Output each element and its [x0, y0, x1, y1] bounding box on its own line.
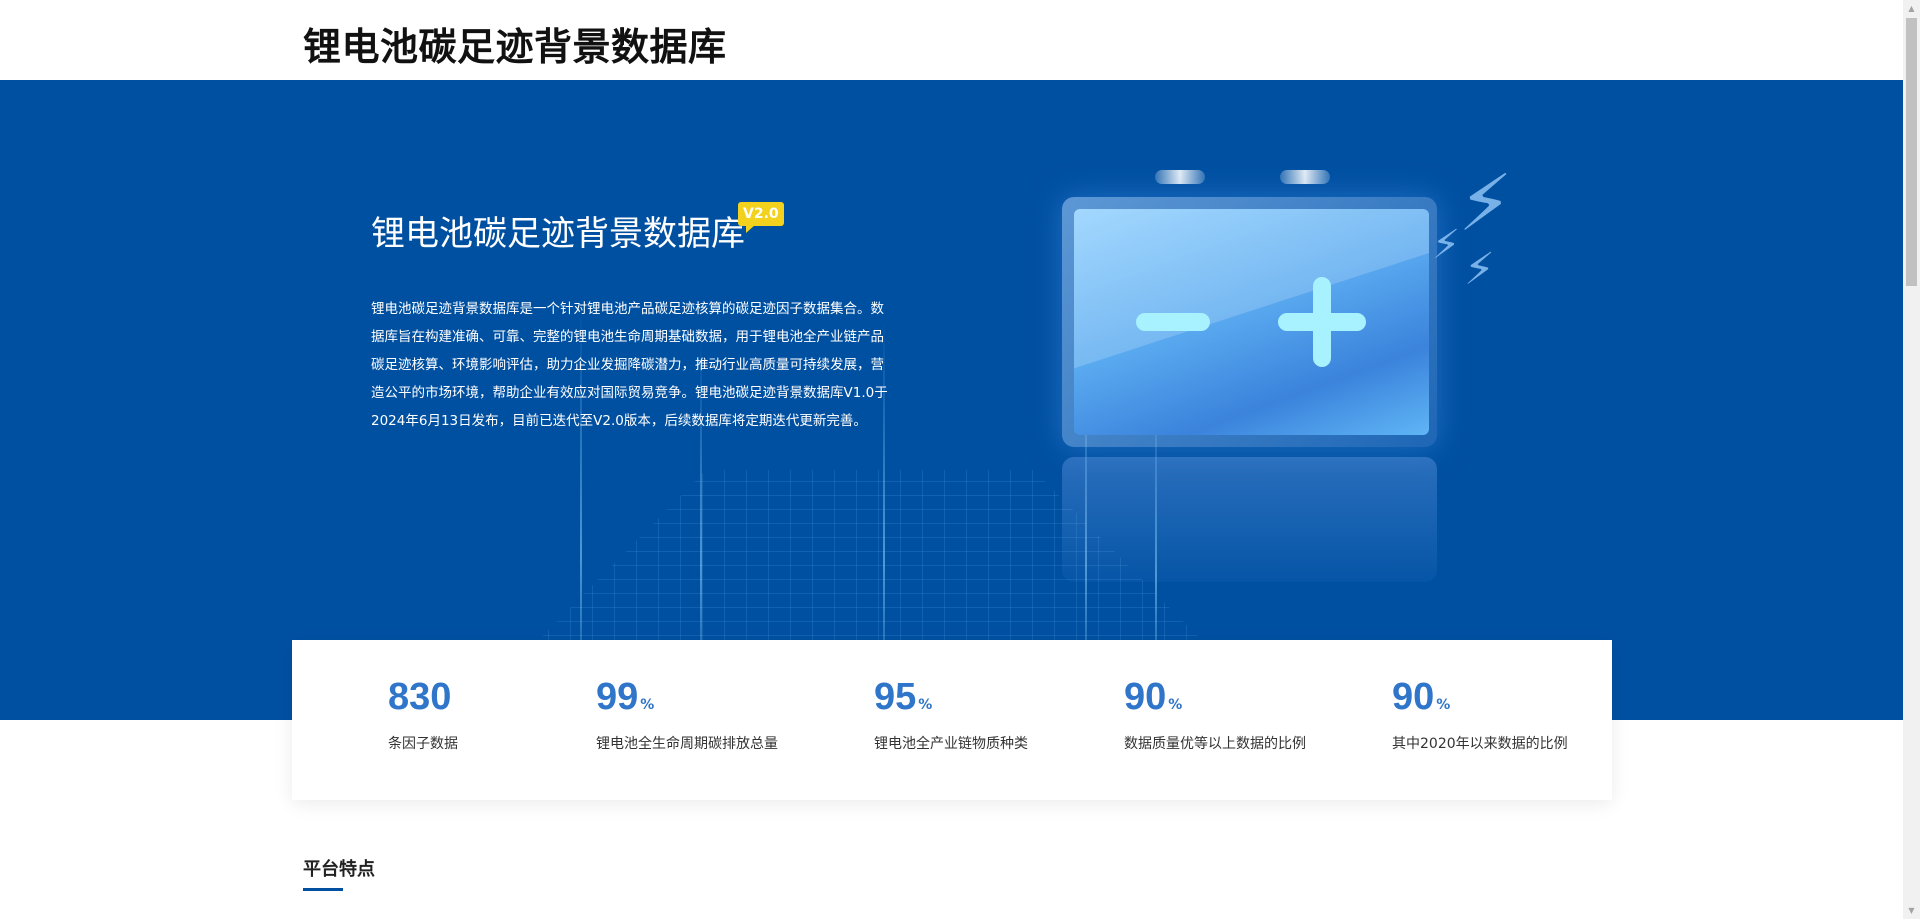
vertical-scrollbar[interactable]: ▲ ▼: [1903, 0, 1920, 919]
lightning-bolt-icon: ⚡: [1432, 222, 1461, 268]
site-title[interactable]: 锂电池碳足迹背景数据库: [303, 16, 727, 71]
minus-icon: [1136, 313, 1210, 331]
battery-terminal-icon: [1280, 170, 1330, 184]
stat-label: 数据质量优等以上数据的比例: [1124, 736, 1306, 752]
hero-heading: 锂电池碳足迹背景数据库: [371, 214, 745, 254]
stat-label: 条因子数据: [388, 736, 458, 752]
plus-icon: [1313, 277, 1331, 367]
scroll-up-arrow-icon[interactable]: ▲: [1903, 0, 1920, 17]
section-title-underline: [303, 888, 343, 891]
stat-label: 锂电池全产业链物质种类: [874, 736, 1028, 752]
hero-banner: 锂电池碳足迹背景数据库 V2.0 锂电池碳足迹背景数据库是一个针对锂电池产品碳足…: [0, 80, 1903, 720]
battery-reflection: [1062, 457, 1437, 582]
stat-label: 其中2020年以来数据的比例: [1392, 736, 1568, 752]
stat-item: 830 条因子数据: [388, 676, 458, 753]
stat-unit: %: [640, 697, 655, 713]
stat-item: 99% 锂电池全生命周期碳排放总量: [596, 676, 778, 753]
version-badge: V2.0: [738, 202, 784, 233]
stat-value: 90: [1392, 676, 1435, 718]
scrollbar-thumb[interactable]: [1906, 18, 1917, 286]
lightning-bolt-icon: ⚡: [1464, 244, 1495, 295]
section-title: 平台特点: [303, 859, 375, 880]
stat-label: 锂电池全生命周期碳排放总量: [596, 736, 778, 752]
stat-value: 90: [1124, 676, 1167, 718]
battery-icon: ⚡ ⚡ ⚡: [1040, 80, 1540, 582]
stat-value: 830: [388, 676, 452, 718]
scroll-down-arrow-icon[interactable]: ▼: [1903, 902, 1920, 919]
stat-unit: %: [1436, 697, 1451, 713]
stat-item: 95% 锂电池全产业链物质种类: [874, 676, 1028, 753]
stat-unit: %: [918, 697, 933, 713]
battery-body: [1062, 197, 1437, 447]
stat-item: 90% 其中2020年以来数据的比例: [1392, 676, 1568, 753]
site-header: 锂电池碳足迹背景数据库: [0, 0, 1903, 80]
hero-description: 锂电池碳足迹背景数据库是一个针对锂电池产品碳足迹核算的碳足迹因子数据集合。数据库…: [371, 301, 888, 429]
page: 锂电池碳足迹背景数据库 锂电池碳足迹背景数据库 V2.0 锂电池碳足迹背景数据库…: [0, 0, 1920, 919]
battery-terminal-icon: [1155, 170, 1205, 184]
stats-card: 830 条因子数据 99% 锂电池全生命周期碳排放总量 95% 锂电池全产业链物…: [292, 640, 1612, 800]
lightning-bolt-icon: ⚡: [1458, 159, 1513, 249]
stat-value: 99: [596, 676, 639, 718]
stat-unit: %: [1168, 697, 1183, 713]
battery-face: [1074, 209, 1429, 435]
stat-value: 95: [874, 676, 917, 718]
stat-item: 90% 数据质量优等以上数据的比例: [1124, 676, 1306, 753]
